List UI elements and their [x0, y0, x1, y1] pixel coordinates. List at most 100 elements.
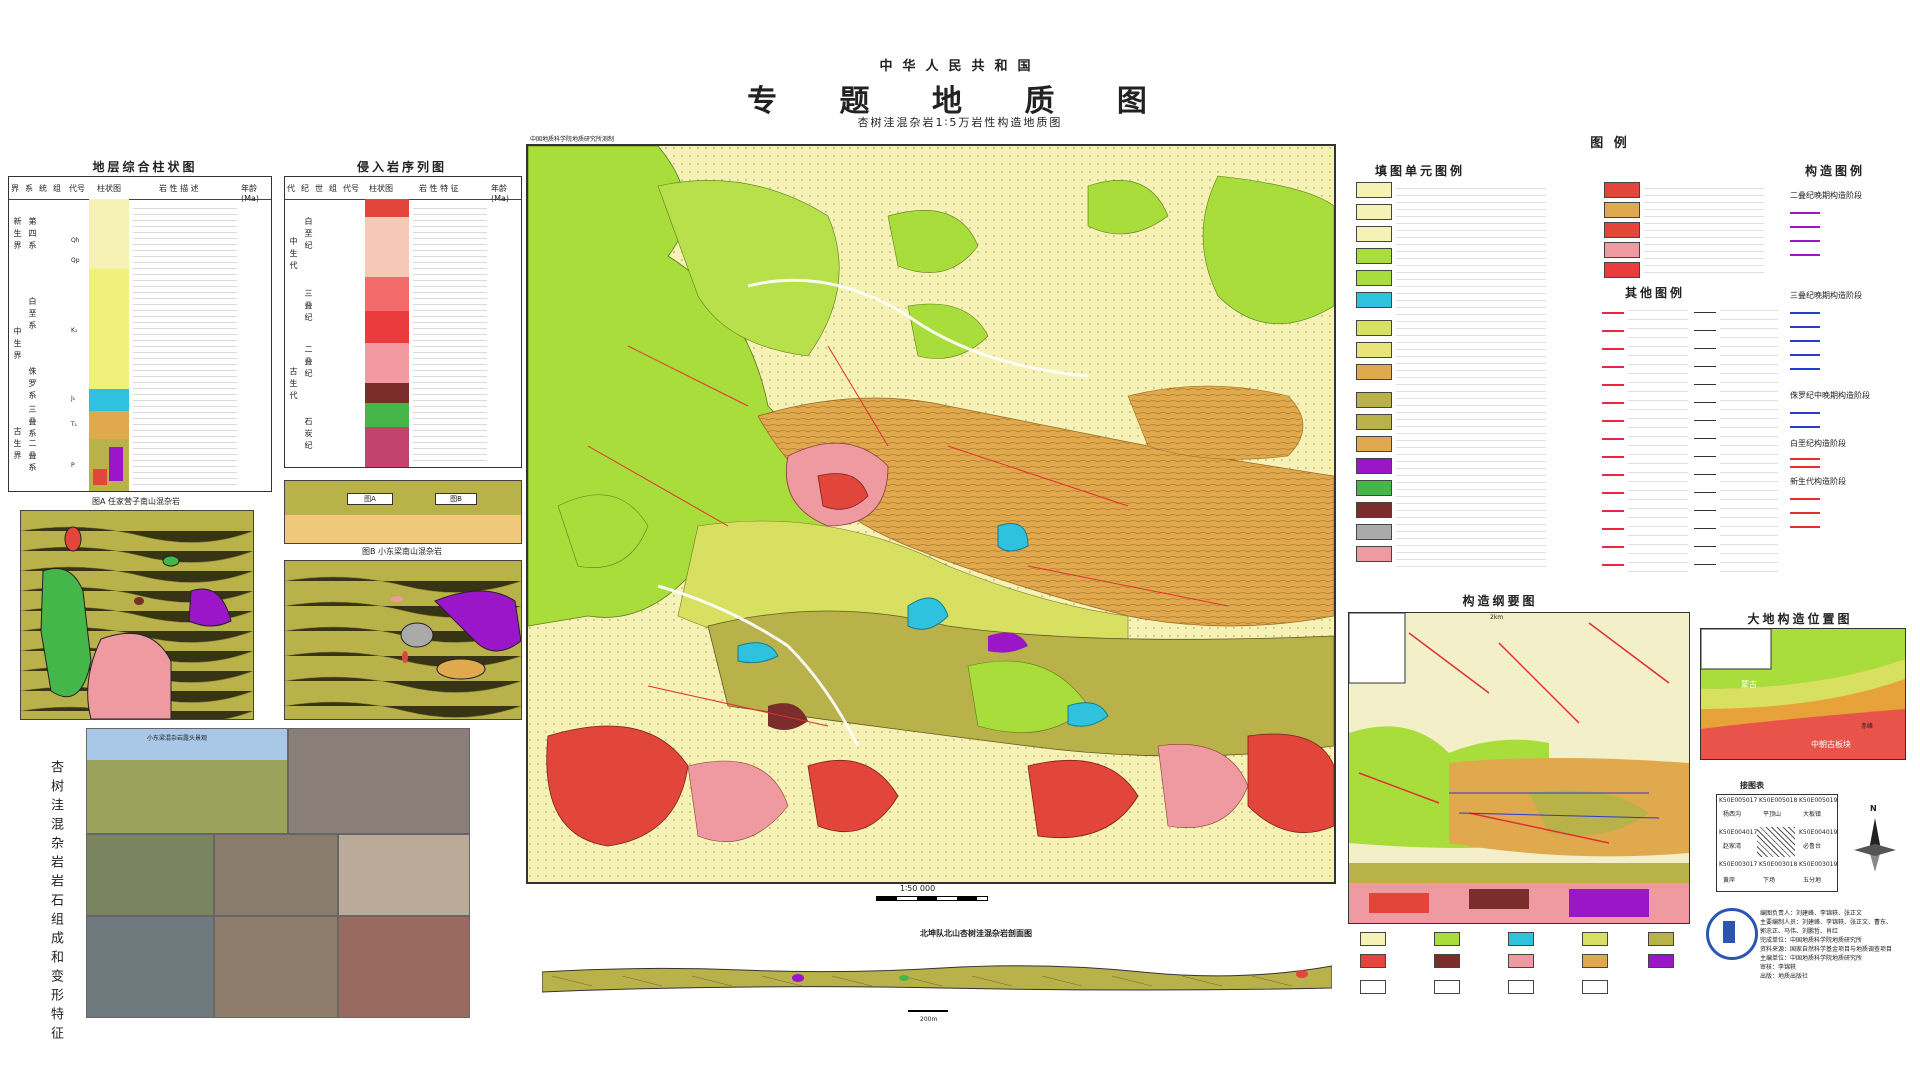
credit-line-3: 完成单位：中国地质科学院地质研究所 [1760, 937, 1863, 944]
idx-c15: 黄岸 [1723, 877, 1736, 884]
figure-b-label: 图B [435, 493, 477, 505]
figure-b-strip: 图A 图B [284, 480, 522, 544]
photo-hand-sample [214, 916, 338, 1018]
figure-a-label: 图A [347, 493, 393, 505]
strat-h-formation: 组 [53, 184, 61, 193]
main-map-scale: 1∶50 000 [900, 884, 936, 893]
legend-sw-t2 [1356, 342, 1392, 358]
legend-unit-swatches-1 [1356, 182, 1392, 572]
to-leg-13 [1508, 980, 1534, 994]
intr-era-paleozoic: 古生代 [289, 367, 298, 403]
strat-header-row: 界 系 统 组 代号 柱状图 岩 性 描 述 年龄 (Ma) [9, 177, 271, 203]
idx-c16: 下场 [1763, 877, 1776, 884]
to-leg-3 [1508, 932, 1534, 946]
north-label: N [1870, 804, 1877, 813]
idx-c1: K50E005018 [1759, 797, 1798, 804]
strat-column-table: 界 系 统 组 代号 柱状图 岩 性 描 述 年龄 (Ma) 新生界 中生界 古… [8, 176, 272, 492]
tectonic-outline-title: 构造纲要图 [1462, 594, 1538, 608]
credit-line-7: 出版：地质出版社 [1760, 973, 1809, 980]
idx-c17: 五分地 [1803, 877, 1822, 884]
fig-b-red-lens [402, 651, 408, 663]
intr-h-code: 代号 [343, 184, 359, 193]
idx-c2: K50E005019 [1799, 797, 1838, 804]
credit-line-4: 资料来源：国家自然科学基金项目与地质调查项目 [1760, 946, 1893, 953]
strat-code-qh: Qh [71, 237, 80, 244]
section-scale-bar [908, 1010, 948, 1012]
legend-sw-intr-2 [1604, 202, 1640, 218]
idx-c0: K50E005017 [1719, 797, 1758, 804]
legend-sw-p2 [1356, 414, 1392, 430]
idx-current-sheet [1757, 827, 1795, 857]
header-country: 中华人民共和国 [879, 59, 1041, 74]
to-leg-10 [1648, 954, 1674, 968]
intr-col-5 [365, 343, 409, 383]
fig-a-brown-lens [134, 597, 144, 605]
legend-sw-gray [1356, 524, 1392, 540]
intrusive-description-text [413, 203, 487, 463]
strat-col-quaternary [89, 199, 129, 269]
credits-block: 编图负责人：刘建峰、李锦轶、张正文 主要编制人员：刘建峰、李锦轶、张正文、曹东、… [1760, 908, 1910, 1018]
figure-b-strip-band [285, 515, 521, 543]
intrusive-header-row: 代 纪 世 组 代号 柱状图 岩 性 特 征 年龄 (Ma) [285, 177, 521, 203]
legend-sw-qh [1356, 182, 1392, 198]
intr-col-1 [365, 199, 409, 217]
intr-era-mesozoic: 中生代 [289, 237, 298, 273]
intr-col-2 [365, 217, 409, 277]
strat-h-system: 系 [25, 184, 33, 193]
to-leg-6 [1360, 954, 1386, 968]
strat-era-cenozoic: 新生界 [13, 217, 22, 253]
map-subtitle: 杏树洼混杂岩1∶5万岩性构造地质图 [857, 116, 1063, 129]
photo-deformation-1 [288, 728, 470, 834]
to-south-olive-band [1349, 863, 1689, 883]
legend-sw-qp1 [1356, 204, 1392, 220]
legend-sw-t1 [1356, 320, 1392, 336]
figure-b-caption: 图B 小东梁南山混杂岩 [361, 547, 443, 556]
fig-a-red-lens [64, 526, 82, 552]
strat-column-title: 地层综合柱状图 [92, 160, 198, 174]
intr-h-desc: 岩 性 特 征 [419, 184, 459, 193]
strat-code-t1: T₁ [71, 421, 78, 428]
tectonic-outline-svg [1349, 613, 1689, 923]
to-leg-8 [1508, 954, 1534, 968]
credit-line-2: 郭忠正、马伟、刘鹏哲、肖红 [1760, 928, 1839, 935]
intr-period-cretaceous: 白垩纪 [304, 217, 313, 253]
to-leg-2 [1434, 932, 1460, 946]
index-table-title: 接图表 [1740, 781, 1764, 790]
legend-stage-cretaceous: 白垩纪构造阶段 [1790, 439, 1846, 448]
strat-era-paleozoic: 古生界 [13, 427, 22, 463]
legend-other-title: 其他图例 [1624, 286, 1685, 300]
intr-col-6 [365, 383, 409, 403]
legend-title: 图 例 [1590, 136, 1630, 151]
idx-c13: K50E003018 [1759, 861, 1798, 868]
legend-sw-intr-4 [1604, 242, 1640, 258]
tp-legend-box [1701, 629, 1772, 670]
intr-h-column: 柱状图 [369, 184, 393, 193]
tectonic-outline-map [1348, 612, 1690, 924]
to-leg-1 [1360, 932, 1386, 946]
photo-outcrop-title: 小东梁混杂岩露头景观 [147, 735, 208, 742]
strat-col-purple-lens [109, 447, 123, 481]
strat-h-era: 界 [11, 184, 19, 193]
figure-b-map [284, 560, 522, 720]
legend-structure-title: 构造图例 [1804, 164, 1865, 178]
strat-code-p: P [71, 462, 75, 469]
intr-col-8 [365, 427, 409, 467]
tectonic-position-title: 大地构造位置图 [1747, 612, 1853, 626]
intr-period-carboniferous: 石炭纪 [304, 417, 313, 453]
strat-h-series: 统 [39, 184, 47, 193]
to-leg-14 [1582, 980, 1608, 994]
idx-c4: 平顶山 [1763, 811, 1782, 818]
institute-logo-icon [1706, 908, 1758, 960]
legend-sw-brown [1356, 502, 1392, 518]
strat-sys-cretaceous: 白垩系 [28, 297, 37, 333]
strat-col-red-lens [93, 469, 107, 485]
section-olive-body [541, 965, 1333, 993]
photo-vegetation [86, 834, 214, 916]
strat-sys-jurassic: 侏罗系 [28, 367, 37, 403]
section-scale: 200m [920, 1016, 938, 1023]
strat-col-triassic [89, 411, 129, 439]
legend-sw-pink [1356, 546, 1392, 562]
cross-section-svg [541, 965, 1333, 993]
intr-h-age: 年龄 (Ma) [491, 184, 510, 203]
fig-b-gray-lens [400, 622, 434, 648]
